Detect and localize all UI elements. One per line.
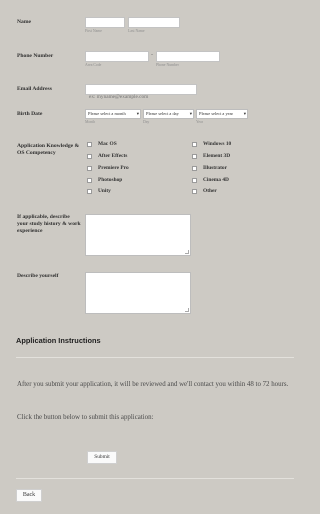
phone-label: Phone Number [17,53,54,59]
checkbox-label: Windows 10 [203,141,232,147]
application-form-page: Name First Name Last Name Phone Number -… [0,0,310,514]
study-history-textarea[interactable] [85,214,191,256]
checkbox-option[interactable]: Premiere Pro [87,164,129,172]
checkbox-option[interactable]: After Effects [87,152,127,160]
year-select[interactable]: Please select a year ▾ [196,109,248,119]
day-sublabel: Day [143,120,150,124]
describe-yourself-label: Describe yourself [17,273,59,279]
instructions-heading: Application Instructions [16,336,101,345]
checkbox-label: After Effects [98,153,128,159]
checkbox[interactable] [192,165,197,171]
resize-handle-icon[interactable] [185,308,189,312]
year-select-value: Please select a year [199,111,234,116]
checkbox[interactable] [87,165,92,171]
checkbox-label: Unity [98,188,111,194]
back-button[interactable]: Back [16,489,42,502]
checkbox-label: Mac OS [98,141,117,147]
submit-button[interactable]: Submit [87,451,117,464]
checkbox-option[interactable]: Windows 10 [192,140,231,148]
checkbox-option[interactable]: Other [192,187,217,195]
chevron-down-icon: ▾ [243,111,246,116]
checkbox-option[interactable]: Mac OS [87,140,117,148]
area-code-sublabel: Area Code [85,63,102,67]
last-name-sublabel: Last Name [128,29,145,33]
checkbox-option[interactable]: Element 3D [192,152,230,160]
month-select[interactable]: Please select a month ▾ [85,109,141,119]
checkbox-label: Photoshop [98,177,123,183]
checkbox[interactable] [192,177,197,183]
email-input[interactable] [86,92,196,102]
chevron-down-icon: ▾ [189,111,192,116]
instructions-paragraph: Click the button below to submit this ap… [17,414,154,421]
application-knowledge-label: Application Knowledge & OS Competency [17,143,80,156]
resize-handle-icon[interactable] [185,250,189,254]
instructions-paragraph: After you submit your application, it wi… [17,381,289,388]
checkbox[interactable] [192,141,197,147]
checkbox-label: Other [203,188,217,194]
checkbox-option[interactable]: Illustrator [192,164,227,172]
day-select[interactable]: Please select a day ▾ [143,109,194,119]
month-select-value: Please select a month [88,111,126,116]
checkbox-option[interactable]: Cinema 4D [192,176,229,184]
checkbox-option[interactable]: Unity [87,187,111,195]
divider [16,357,294,358]
checkbox[interactable] [87,188,92,194]
checkbox-label: Illustrator [203,165,227,171]
describe-yourself-textarea[interactable] [85,272,191,314]
email-label: Email Address [17,86,52,92]
first-name-field[interactable] [85,17,125,35]
checkbox-label: Premiere Pro [98,165,129,171]
study-history-label: If applicable, describe your study histo… [17,214,81,234]
phone-dash: - [151,52,153,58]
name-label: Name [17,19,31,25]
checkbox[interactable] [87,153,92,159]
checkbox[interactable] [192,188,197,194]
checkbox[interactable] [192,153,197,159]
email-field[interactable] [85,84,197,102]
day-select-value: Please select a day [146,111,179,116]
year-sublabel: Year [196,120,203,124]
divider [16,478,294,479]
birth-date-label: Birth Date [17,111,43,117]
area-code-field[interactable] [85,51,149,69]
phone-number-field[interactable] [156,51,220,69]
checkbox-option[interactable]: Photoshop [87,176,122,184]
first-name-sublabel: First Name [85,29,102,33]
checkbox[interactable] [87,177,92,183]
checkbox-label: Cinema 4D [203,177,229,183]
last-name-field[interactable] [128,17,180,35]
checkbox-label: Element 3D [203,153,231,159]
month-sublabel: Month [85,120,96,124]
phone-number-sublabel: Phone Number [156,63,179,67]
checkbox[interactable] [87,141,92,147]
chevron-down-icon: ▾ [136,111,139,116]
